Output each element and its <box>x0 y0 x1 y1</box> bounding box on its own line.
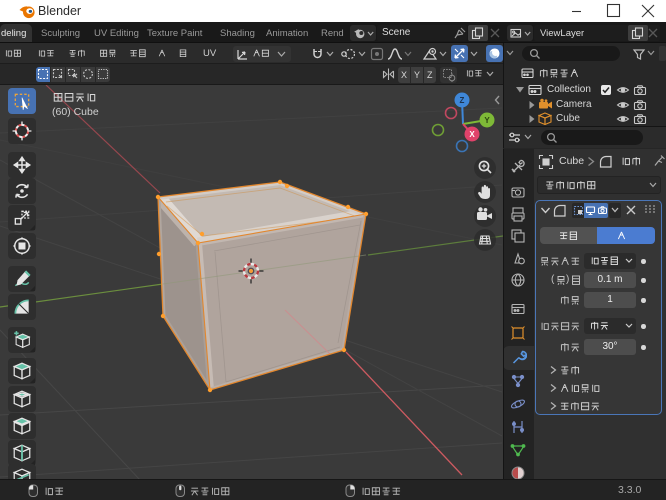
svg-text:Y: Y <box>484 116 490 125</box>
svg-text:X: X <box>469 130 475 139</box>
svg-text:Z: Z <box>460 96 465 105</box>
